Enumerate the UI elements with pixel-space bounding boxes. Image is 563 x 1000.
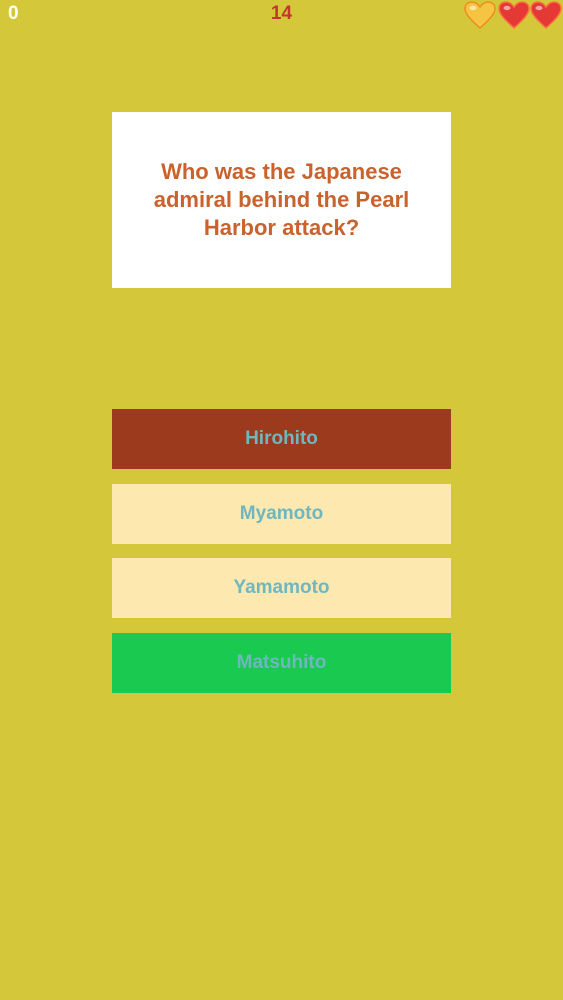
question-text: Who was the Japanese admiral behind the … — [153, 159, 410, 240]
question-card: Who was the Japanese admiral behind the … — [112, 112, 451, 288]
heart-icon — [530, 1, 562, 30]
heart-icon-used — [464, 1, 496, 30]
answer-button-4[interactable]: Matsuhito — [112, 633, 451, 693]
answer-button-2[interactable]: Myamoto — [112, 484, 451, 544]
answer-button-1[interactable]: Hirohito — [112, 409, 451, 469]
answer-button-3[interactable]: Yamamoto — [112, 558, 451, 618]
hud-bar: 0 14 — [0, 0, 563, 30]
heart-icon — [498, 1, 530, 30]
lives-indicator — [464, 0, 563, 30]
